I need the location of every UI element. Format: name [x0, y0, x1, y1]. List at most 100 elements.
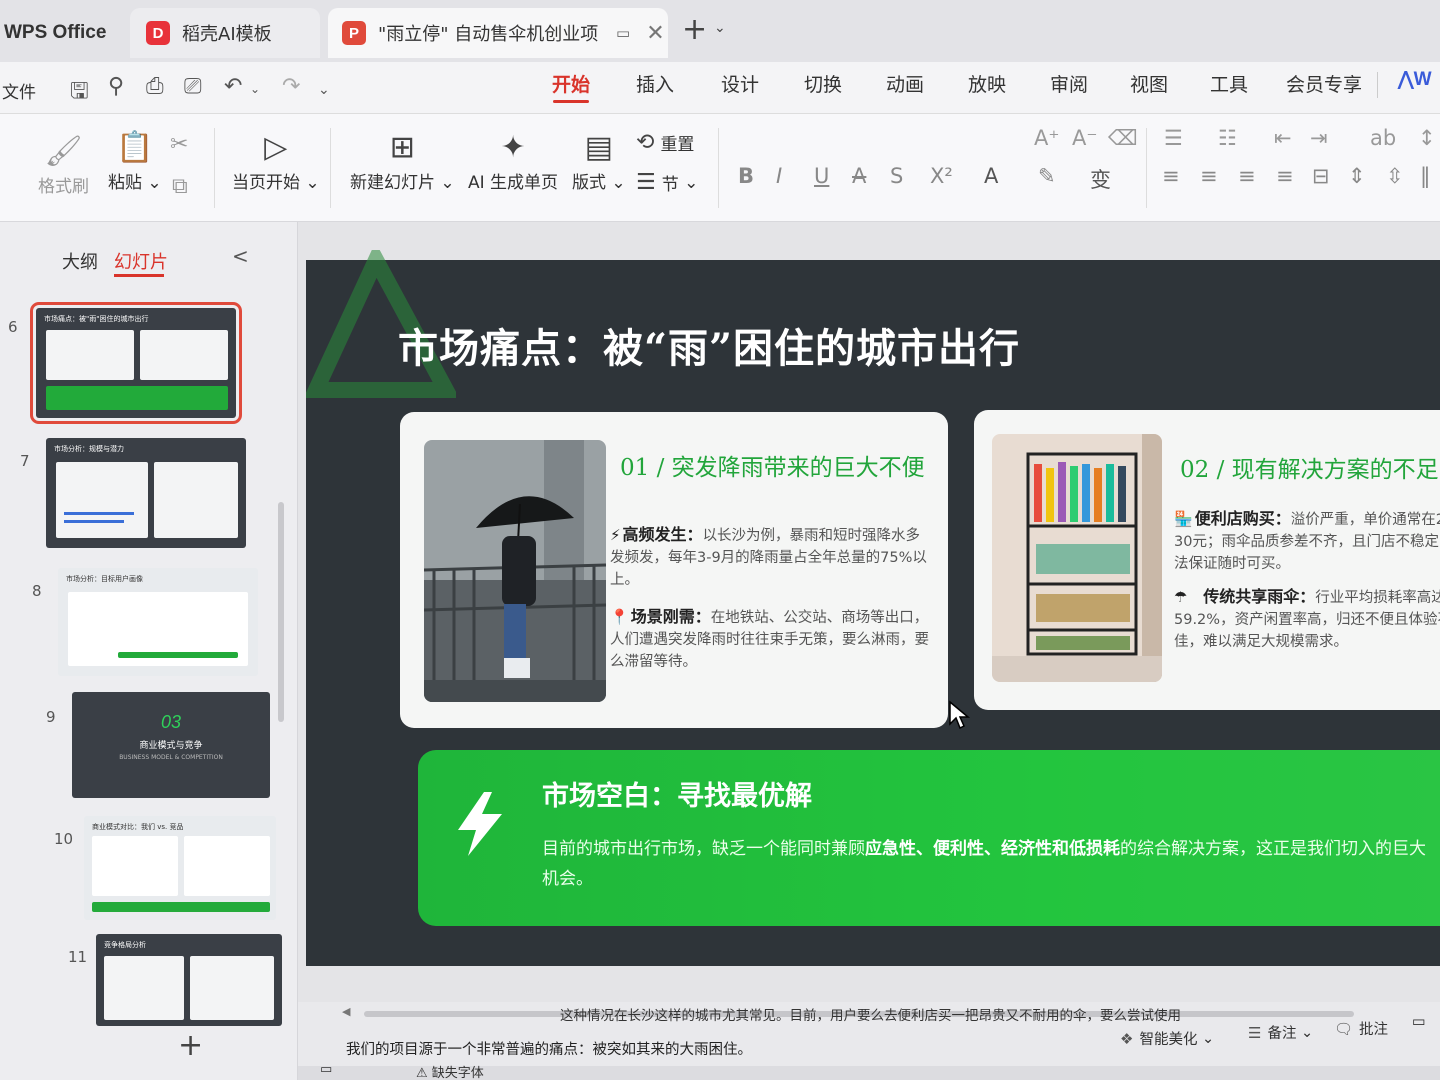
superscript-icon[interactable]: X²	[930, 164, 953, 188]
slide-thumbnail[interactable]: 市场分析：目标用户画像	[58, 568, 258, 676]
thumbnail-section-number: 03	[160, 712, 182, 732]
wps-ai-logo-icon[interactable]: ⋀W	[1398, 68, 1432, 91]
justify-icon[interactable]: ≡	[1276, 164, 1294, 188]
missing-font-warning[interactable]: ⚠ 缺失字体	[416, 1062, 484, 1080]
text-direction-icon[interactable]: ab	[1370, 126, 1396, 150]
align-left-icon[interactable]: ≡	[1162, 164, 1180, 188]
tab-ai-templates[interactable]: D 稻壳AI模板	[130, 8, 320, 58]
reset-button[interactable]: ⟲ 重置	[636, 130, 694, 155]
clear-format-icon[interactable]: ⌫	[1108, 126, 1138, 150]
menu-bar: 文件 🖫 ⚲ ⎙ ⎚ ↶ ⌄ ↷ ⌄ 开始 插入 设计 切换 动画 放映 审阅 …	[0, 62, 1440, 114]
phonetic-icon[interactable]: 变	[1090, 164, 1111, 194]
section-button[interactable]: ☰ 节 ⌄	[636, 170, 698, 195]
comments-button[interactable]: 🗨 批注	[1334, 1018, 1388, 1039]
font-color-icon[interactable]: A	[984, 164, 998, 188]
scroll-left-icon[interactable]: ◀	[342, 1005, 350, 1018]
decrease-indent-icon[interactable]: ⇤	[1274, 126, 1292, 150]
smart-beautify-label: 智能美化	[1139, 1032, 1198, 1048]
tab-outline[interactable]: 大纲	[62, 248, 98, 274]
new-slide-button[interactable]: ⊞ 新建幻灯片 ⌄	[350, 128, 455, 193]
font-size-increase-icon[interactable]: A⁺	[1034, 126, 1059, 150]
strikethrough-icon[interactable]: A	[852, 164, 866, 188]
add-slide-button[interactable]: +	[178, 1028, 203, 1063]
copy-icon[interactable]: ⧉	[172, 174, 194, 199]
align-right-icon[interactable]: ≡	[1238, 164, 1256, 188]
paragraph-label: 高频发生：	[622, 525, 703, 544]
new-tab-button[interactable]: +	[682, 12, 707, 47]
location-pin-icon: 📍	[610, 608, 629, 626]
line-spacing-icon[interactable]: ⇕	[1348, 164, 1366, 188]
customize-toolbar-icon[interactable]: ⌄	[318, 82, 330, 98]
menu-insert[interactable]: 插入	[636, 70, 674, 97]
slide-thumbnail[interactable]: 市场分析：规模与潜力	[46, 438, 246, 548]
menu-file[interactable]: 文件	[2, 78, 36, 103]
collapse-panel-icon[interactable]: <	[232, 244, 249, 268]
slide-title[interactable]: 市场痛点：被“雨”困住的城市出行	[398, 316, 1020, 374]
increase-indent-icon[interactable]: ⇥	[1310, 126, 1328, 150]
tab-wps-home[interactable]: WPS Office	[0, 8, 120, 58]
align-center-icon[interactable]: ≡	[1200, 164, 1218, 188]
market-gap-banner[interactable]: 市场空白：寻找最优解 目前的城市出行市场，缺乏一个能同时兼顾应急性、便利性、经济…	[418, 750, 1440, 926]
panel-scrollbar[interactable]	[278, 502, 284, 722]
menu-slideshow[interactable]: 放映	[968, 70, 1006, 97]
layout-button[interactable]: ▤ 版式 ⌄	[572, 128, 626, 193]
slide-thumbnail[interactable]: 商业模式对比：我们 vs. 竞品	[84, 816, 276, 920]
italic-icon[interactable]: I	[776, 164, 782, 188]
menu-membership[interactable]: 会员专享	[1286, 70, 1362, 97]
undo-dropdown-icon[interactable]: ⌄	[250, 82, 260, 96]
card-paragraph: ⚡ 高频发生：以长沙为例，暴雨和短时强降水多发频发，每年3-9月的降雨量占全年总量…	[610, 524, 930, 591]
new-slide-icon: ⊞	[389, 130, 415, 165]
share-icon[interactable]: ⚲	[108, 74, 124, 99]
sort-icon[interactable]: ↕	[1418, 126, 1436, 150]
existing-solutions-card[interactable]: 02 / 现有解决方案的不足 🏪便利店购买：溢价严重，单价通常在20-30元；雨…	[974, 410, 1440, 710]
underline-icon[interactable]: U	[814, 164, 829, 188]
font-size-decrease-icon[interactable]: A⁻	[1072, 126, 1097, 150]
thumbnail-title: 商业模式与竞争	[139, 741, 203, 751]
smart-beautify-button[interactable]: ❖ 智能美化 ⌄	[1120, 1028, 1214, 1049]
slide[interactable]: 市场痛点：被“雨”困住的城市出行 01 / 突发降雨带来的巨大不便 ⚡ 高频发生…	[306, 250, 1440, 966]
pain-point-card[interactable]: 01 / 突发降雨带来的巨大不便 ⚡ 高频发生：以长沙为例，暴雨和短时强降水多发频…	[400, 412, 948, 728]
thumbnail-bar	[64, 512, 134, 515]
menu-design[interactable]: 设计	[721, 70, 759, 97]
slide-thumbnail[interactable]: 03 商业模式与竞争 BUSINESS MODEL & COMPETITION	[72, 692, 270, 798]
shadow-icon[interactable]: S	[890, 164, 903, 188]
menu-home[interactable]: 开始	[552, 70, 590, 97]
card-heading: 02 / 现有解决方案的不足	[1180, 457, 1439, 483]
play-from-current-button[interactable]: ▷ 当页开始 ⌄	[232, 128, 320, 193]
print-icon[interactable]: ⎙	[146, 74, 164, 99]
menu-transition[interactable]: 切换	[804, 70, 842, 97]
print-preview-icon[interactable]: ⎚	[184, 74, 202, 99]
play-circle-icon: ▷	[264, 130, 288, 165]
tab-bar: WPS Office D 稻壳AI模板 P "雨立停" 自动售伞机创业项 ▭ ✕…	[0, 0, 1440, 62]
paste-button[interactable]: 📋 粘贴 ⌄	[108, 128, 162, 193]
format-painter-button[interactable]: 🖌 格式刷	[38, 132, 89, 197]
thumbnail-card	[154, 462, 238, 538]
slide-thumbnail[interactable]: 市场痛点：被"雨"困住的城市出行	[30, 302, 242, 424]
close-tab-icon[interactable]: ✕	[646, 21, 664, 46]
numbered-list-icon[interactable]: ☷	[1218, 126, 1237, 150]
menu-view[interactable]: 视图	[1130, 70, 1168, 97]
paragraph-spacing-icon[interactable]: ⇳	[1386, 164, 1404, 188]
menu-tools[interactable]: 工具	[1210, 70, 1248, 97]
highlight-icon[interactable]: ✎	[1038, 164, 1056, 188]
menu-review[interactable]: 审阅	[1050, 70, 1088, 97]
slide-sorter-icon[interactable]: ▭	[320, 1062, 332, 1077]
chevron-down-icon[interactable]: ⌄	[714, 20, 726, 36]
menu-animation[interactable]: 动画	[886, 70, 924, 97]
redo-icon[interactable]: ↷	[282, 74, 300, 99]
ai-single-page-button[interactable]: ✦ AI 生成单页	[468, 128, 558, 193]
cut-icon[interactable]: ✂	[170, 132, 194, 157]
bullet-list-icon[interactable]: ☰	[1164, 126, 1183, 150]
distribute-icon[interactable]: ⊟	[1312, 164, 1330, 188]
slide-number: 11	[68, 948, 88, 966]
bold-icon[interactable]: B	[738, 164, 754, 188]
slide-thumbnail[interactable]: 竞争格局分析	[96, 934, 282, 1026]
notes-button[interactable]: ☰ 备注 ⌄	[1248, 1022, 1313, 1043]
columns-icon[interactable]: ‖	[1420, 164, 1431, 188]
undo-icon[interactable]: ↶	[224, 74, 242, 99]
normal-view-icon[interactable]: ▭	[1412, 1014, 1426, 1030]
tab-slides[interactable]: 幻灯片	[114, 248, 168, 274]
tab-document[interactable]: P "雨立停" 自动售伞机创业项 ▭ ✕	[328, 8, 668, 58]
tab-home-label: WPS Office	[4, 22, 107, 43]
save-icon[interactable]: 🖫	[70, 74, 89, 112]
